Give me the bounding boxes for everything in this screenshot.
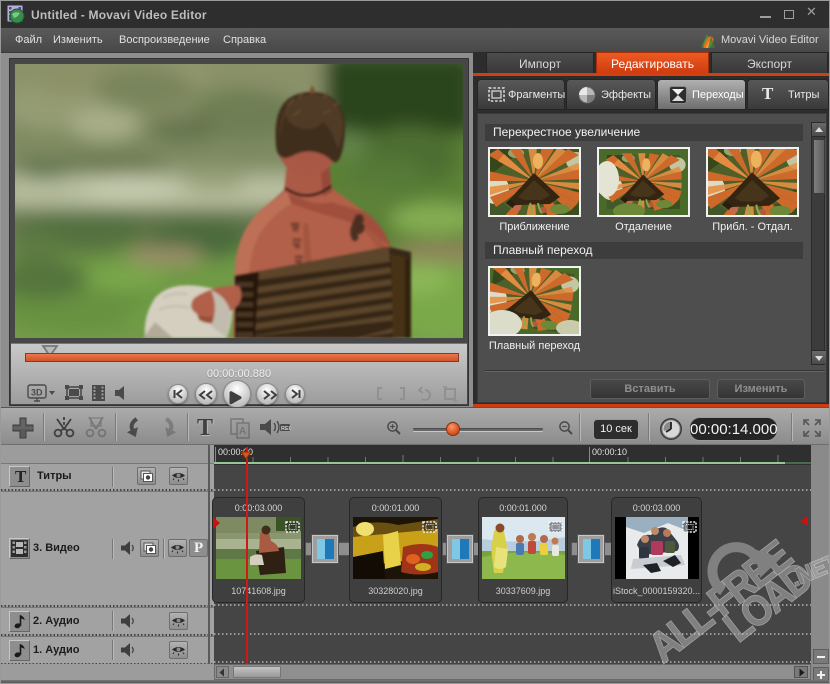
- svg-text:REC: REC: [281, 426, 291, 432]
- svg-text:A: A: [239, 426, 246, 437]
- svg-text:3D: 3D: [31, 388, 43, 398]
- svg-text:00:00:10: 00:00:10: [592, 447, 627, 457]
